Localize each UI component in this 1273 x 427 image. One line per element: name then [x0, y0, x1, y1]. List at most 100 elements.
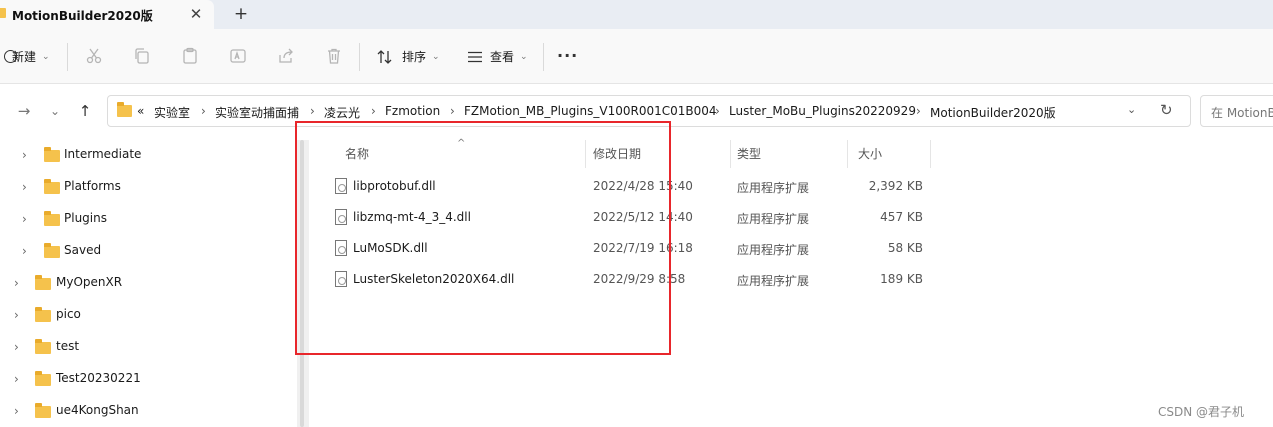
chevron-right-icon[interactable]: ›: [371, 104, 376, 118]
sidebar-item-label: ue4KongShan: [56, 403, 139, 417]
column-header-type[interactable]: 类型: [737, 145, 761, 162]
folder-icon: [0, 8, 6, 18]
folder-icon: [44, 243, 60, 258]
chevron-right-icon[interactable]: ›: [916, 104, 921, 118]
chevron-right-icon[interactable]: ›: [14, 404, 19, 418]
folder-icon: [35, 403, 51, 418]
sidebar-item-label: pico: [56, 307, 81, 321]
refresh-icon[interactable]: ↻: [1160, 101, 1173, 119]
view-label: 查看: [490, 50, 515, 64]
share-icon[interactable]: [277, 47, 295, 65]
sidebar-item-label: Platforms: [64, 179, 121, 193]
sidebar-item-test20230221[interactable]: › Test20230221: [0, 363, 290, 395]
folder-icon: [44, 179, 60, 194]
column-divider[interactable]: [930, 140, 931, 168]
navigation-pane: › Intermediate › Platforms › Plugins › S…: [0, 138, 300, 427]
breadcrumb-item[interactable]: Luster_MoBu_Plugins20220929: [729, 104, 916, 118]
folder-icon: [35, 307, 51, 322]
folder-icon: [35, 339, 51, 354]
file-type: 应用程序扩展: [737, 274, 810, 288]
rename-icon[interactable]: [229, 47, 247, 65]
new-tab-button[interactable]: +: [231, 4, 251, 24]
address-history-dropdown-icon[interactable]: ⌄: [1127, 103, 1136, 116]
sidebar-item-platforms[interactable]: › Platforms: [0, 171, 290, 203]
sidebar-item-saved[interactable]: › Saved: [0, 235, 290, 267]
forward-button[interactable]: →: [14, 101, 34, 121]
breadcrumb-overflow[interactable]: «: [137, 104, 144, 118]
chevron-right-icon[interactable]: ›: [310, 104, 315, 118]
sidebar-item-label: Saved: [64, 243, 102, 257]
chevron-right-icon[interactable]: ›: [22, 244, 27, 258]
sidebar-item-ue4kongshan[interactable]: › ue4KongShan: [0, 395, 290, 427]
sidebar-item-pico[interactable]: › pico: [0, 299, 290, 331]
sidebar-item-label: MyOpenXR: [56, 275, 123, 289]
sidebar-item-test[interactable]: › test: [0, 331, 290, 363]
breadcrumb-item[interactable]: 实验室: [154, 104, 190, 121]
folder-icon: [35, 275, 51, 290]
folder-icon: [44, 147, 60, 162]
sort-button[interactable]: 排序 ⌄: [376, 29, 440, 84]
chevron-right-icon[interactable]: ›: [715, 104, 720, 118]
sidebar-item-label: Plugins: [64, 211, 107, 225]
chevron-right-icon[interactable]: ›: [22, 180, 27, 194]
column-divider[interactable]: [847, 140, 848, 168]
file-size: 2,392 KB: [868, 179, 923, 193]
chevron-right-icon[interactable]: ›: [14, 372, 19, 386]
breadcrumb-item[interactable]: Fzmotion: [385, 104, 440, 118]
file-type: 应用程序扩展: [737, 212, 810, 226]
chevron-right-icon[interactable]: ›: [22, 212, 27, 226]
view-button[interactable]: 查看 ⌄: [466, 29, 528, 84]
breadcrumb-item[interactable]: FZMotion_MB_Plugins_V100R001C01B004: [464, 104, 717, 118]
chevron-right-icon[interactable]: ›: [450, 104, 455, 118]
breadcrumb-item[interactable]: 实验室动捕面捕: [215, 104, 299, 121]
sidebar-item-intermediate[interactable]: › Intermediate: [0, 139, 290, 171]
sidebar-item-label: test: [56, 339, 80, 353]
breadcrumb-item[interactable]: 凌云光: [324, 104, 360, 121]
divider: [359, 43, 360, 71]
command-bar: 新建 ⌄ 排序 ⌄ 查看 ⌄ ···: [0, 29, 1273, 84]
chevron-right-icon[interactable]: ›: [14, 308, 19, 322]
sort-icon: [376, 48, 394, 66]
sort-label: 排序: [402, 50, 427, 64]
column-header-size[interactable]: 大小: [858, 145, 882, 162]
recent-locations-button[interactable]: ⌄: [45, 101, 65, 121]
file-size: 457 KB: [880, 210, 923, 224]
divider: [543, 43, 544, 71]
divider: [67, 43, 68, 71]
folder-icon: [117, 102, 132, 117]
cut-icon[interactable]: [85, 47, 103, 65]
new-icon: [4, 50, 17, 63]
sidebar-item-myopenxr[interactable]: › MyOpenXR: [0, 267, 290, 299]
file-size: 58 KB: [887, 241, 923, 255]
highlight-annotation-box: [295, 121, 671, 355]
view-icon: [466, 48, 484, 66]
search-input[interactable]: 在 MotionB: [1200, 95, 1273, 127]
chevron-down-icon: ⌄: [520, 51, 528, 62]
tab-title: MotionBuilder2020版: [12, 9, 153, 23]
chevron-down-icon: ⌄: [432, 51, 440, 62]
copy-icon[interactable]: [133, 47, 151, 65]
close-tab-icon[interactable]: ✕: [187, 5, 205, 23]
tab-motionbuilder2020[interactable]: MotionBuilder2020版 ✕: [0, 0, 214, 29]
sidebar-item-label: Test20230221: [56, 371, 141, 385]
watermark: CSDN @君子机: [1158, 405, 1245, 419]
sidebar-item-plugins[interactable]: › Plugins: [0, 203, 290, 235]
paste-icon[interactable]: [181, 47, 199, 65]
file-type: 应用程序扩展: [737, 181, 810, 195]
delete-icon[interactable]: [325, 47, 343, 65]
tab-strip: MotionBuilder2020版 ✕ +: [0, 0, 1273, 29]
chevron-right-icon[interactable]: ›: [22, 148, 27, 162]
new-button[interactable]: 新建 ⌄: [4, 29, 50, 84]
breadcrumb-item-current[interactable]: MotionBuilder2020版: [930, 104, 1056, 121]
chevron-right-icon[interactable]: ›: [201, 104, 206, 118]
folder-icon: [35, 371, 51, 386]
column-divider[interactable]: [730, 140, 731, 168]
chevron-right-icon[interactable]: ›: [14, 340, 19, 354]
up-button[interactable]: ↑: [75, 101, 95, 121]
file-size: 189 KB: [880, 272, 923, 286]
chevron-right-icon[interactable]: ›: [14, 276, 19, 290]
file-type: 应用程序扩展: [737, 243, 810, 257]
more-options-button[interactable]: ···: [557, 46, 578, 65]
sidebar-item-label: Intermediate: [64, 147, 142, 161]
search-placeholder: 在 MotionB: [1211, 106, 1273, 120]
